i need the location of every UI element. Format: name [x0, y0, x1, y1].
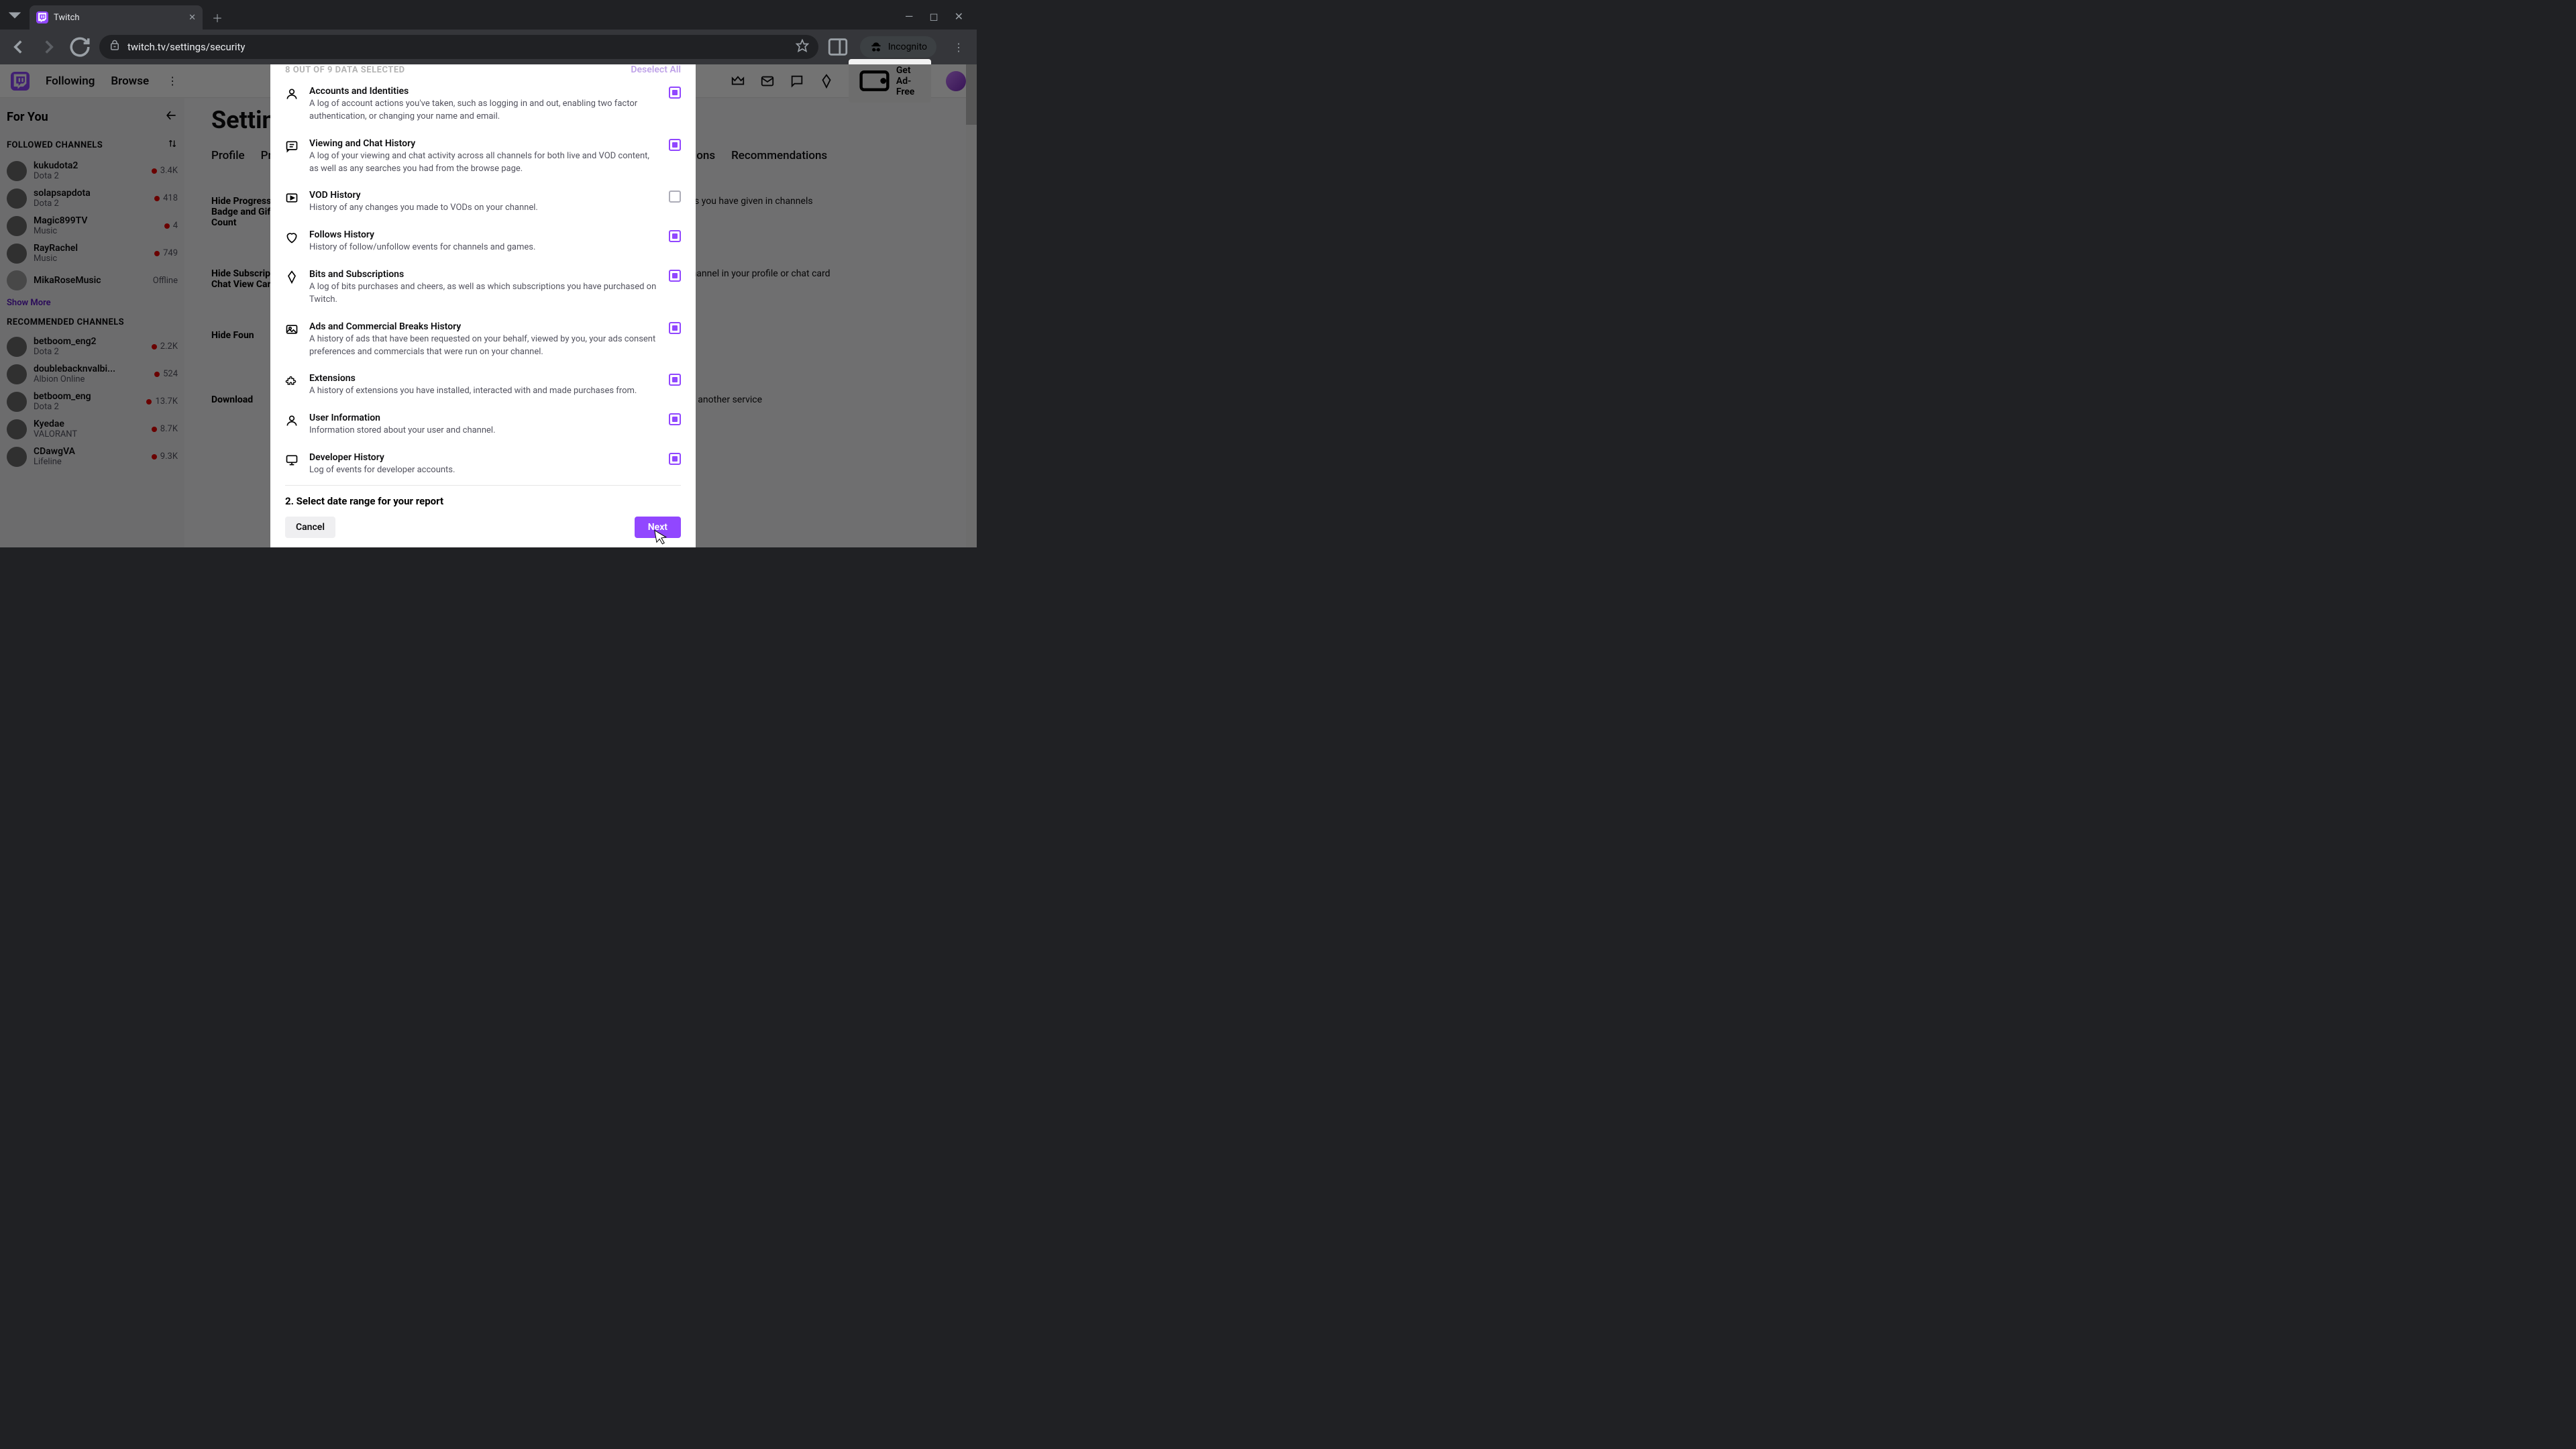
data-category-item: Viewing and Chat HistoryA log of your vi… [285, 131, 681, 184]
window-controls: — ◻ ✕ [905, 10, 977, 30]
data-item-description: A log of account actions you've taken, s… [309, 98, 658, 123]
step-2-heading: 2. Select date range for your report [285, 485, 681, 507]
tab-title: Twitch [54, 13, 80, 23]
data-item-title: Follows History [309, 229, 658, 240]
close-window-button[interactable]: ✕ [955, 10, 963, 23]
data-item-checkbox[interactable] [669, 413, 681, 425]
browser-menu-icon[interactable]: ⋮ [947, 36, 970, 58]
cancel-button[interactable]: Cancel [285, 517, 335, 538]
data-item-title: Developer History [309, 452, 658, 463]
data-item-title: Extensions [309, 373, 658, 384]
browser-tab[interactable]: Twitch ✕ [30, 5, 203, 30]
browser-tab-bar: Twitch ✕ ＋ — ◻ ✕ [0, 0, 977, 30]
data-item-description: A log of your viewing and chat activity … [309, 150, 658, 176]
data-category-item: Bits and SubscriptionsA log of bits purc… [285, 262, 681, 315]
data-item-title: Ads and Commercial Breaks History [309, 321, 658, 332]
data-item-checkbox[interactable] [669, 139, 681, 151]
data-item-description: A history of ads that have been requeste… [309, 333, 658, 359]
forward-button[interactable] [38, 36, 60, 58]
data-item-title: Bits and Subscriptions [309, 269, 658, 280]
new-tab-button[interactable]: ＋ [208, 8, 227, 27]
data-category-item: User Information Information stored about… [285, 406, 681, 445]
data-category-item: Ads and Commercial Breaks HistoryA histo… [285, 315, 681, 367]
data-item-checkbox[interactable] [669, 453, 681, 465]
bits-icon [285, 270, 299, 284]
data-item-checkbox[interactable] [669, 191, 681, 203]
twitch-favicon [36, 11, 48, 23]
person-icon [285, 414, 299, 427]
reload-button[interactable] [68, 36, 91, 58]
person-icon [285, 87, 299, 101]
next-button[interactable]: Next [635, 517, 681, 538]
data-item-title: User Information [309, 413, 658, 423]
image-icon [285, 323, 299, 336]
incognito-chip[interactable]: Incognito [860, 36, 936, 58]
data-category-item: Accounts and IdentitiesA log of account … [285, 79, 681, 131]
chat-icon [285, 140, 299, 153]
data-item-description: Information stored about your user and c… [309, 425, 658, 437]
data-item-title: Accounts and Identities [309, 86, 658, 97]
data-item-checkbox[interactable] [669, 270, 681, 282]
back-button[interactable] [7, 36, 30, 58]
deselect-all-link[interactable]: Deselect All [631, 64, 681, 75]
data-category-item: VOD HistoryHistory of any changes you ma… [285, 183, 681, 223]
bookmark-icon[interactable] [796, 39, 809, 55]
data-item-description: A history of extensions you have install… [309, 385, 658, 398]
incognito-label: Incognito [888, 42, 927, 52]
tab-search-dropdown[interactable] [0, 0, 30, 30]
puzzle-icon [285, 374, 299, 388]
data-item-checkbox[interactable] [669, 87, 681, 99]
data-download-modal: 8 OUT OF 9 DATA SELECTED Deselect All Ac… [270, 64, 696, 547]
data-item-checkbox[interactable] [669, 322, 681, 334]
heart-icon [285, 231, 299, 244]
data-item-title: VOD History [309, 190, 658, 201]
data-item-description: History of any changes you made to VODs … [309, 202, 658, 215]
data-category-item: Follows HistoryHistory of follow/unfollo… [285, 223, 681, 262]
url-text: twitch.tv/settings/security [127, 41, 246, 53]
tab-close-icon[interactable]: ✕ [189, 13, 196, 23]
selected-count: 8 OUT OF 9 DATA SELECTED [285, 65, 405, 75]
data-item-checkbox[interactable] [669, 374, 681, 386]
maximize-button[interactable]: ◻ [929, 10, 938, 23]
site-info-icon[interactable] [109, 40, 121, 54]
data-item-title: Viewing and Chat History [309, 138, 658, 149]
data-item-checkbox[interactable] [669, 230, 681, 242]
data-item-description: Log of events for developer accounts. [309, 464, 658, 477]
data-item-description: A log of bits purchases and cheers, as w… [309, 281, 658, 307]
page-content: Following Browse ⋮ Get Ad-Free For You [0, 64, 977, 547]
monitor-icon [285, 453, 299, 467]
address-bar[interactable]: twitch.tv/settings/security [99, 35, 818, 59]
data-category-item: ExtensionsA history of extensions you ha… [285, 366, 681, 406]
data-item-description: History of follow/unfollow events for ch… [309, 241, 658, 254]
video-icon [285, 191, 299, 205]
minimize-button[interactable]: — [905, 10, 914, 23]
side-panel-icon[interactable] [826, 36, 849, 58]
data-category-item: Developer HistoryLog of events for devel… [285, 445, 681, 485]
